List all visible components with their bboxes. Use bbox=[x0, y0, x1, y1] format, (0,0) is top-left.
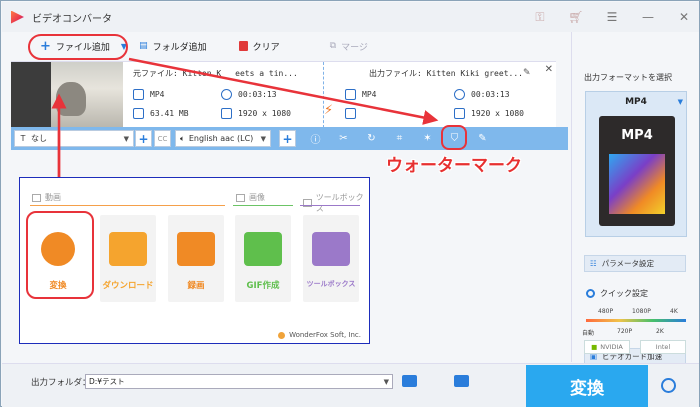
section-video: 動画 bbox=[32, 192, 61, 203]
quick-settings: クイック設定 bbox=[586, 288, 648, 299]
tick-2k: 2K bbox=[656, 328, 664, 335]
sliders-icon: ☷ bbox=[590, 259, 597, 268]
intel-toggle[interactable]: Intel bbox=[640, 340, 686, 354]
tick-4k: 4K bbox=[670, 308, 678, 315]
brand-logo-icon bbox=[278, 331, 286, 339]
radio-icon bbox=[586, 289, 595, 298]
toolbox-icon bbox=[312, 232, 350, 266]
monitor-icon bbox=[177, 232, 215, 266]
tick-auto: 自動 bbox=[582, 330, 595, 337]
brand-credit: WonderFox Soft, Inc. bbox=[278, 331, 361, 339]
convert-button[interactable]: 変換 bbox=[526, 365, 648, 407]
format-selector[interactable]: MP4 MP4 ▼ bbox=[585, 91, 687, 237]
tick-720p: 720P bbox=[617, 328, 633, 335]
browse-folder-icon[interactable] bbox=[402, 375, 417, 387]
format-panel: 出力フォーマットを選択 MP4 MP4 ▼ ☷ パラメータ設定 クイック設定 4… bbox=[571, 32, 699, 365]
quality-slider[interactable] bbox=[586, 319, 686, 322]
convert-highlight bbox=[26, 211, 94, 299]
chevron-down-icon[interactable]: ▼ bbox=[384, 378, 389, 386]
parameter-settings-button[interactable]: ☷ パラメータ設定 bbox=[584, 255, 686, 272]
record-card[interactable]: 録画 bbox=[168, 215, 224, 302]
image-icon bbox=[244, 232, 282, 266]
app-window: ビデオコンバータ ⚿ 🛒︎ ☰ — ✕ + ファイル追加 ▼ ▤ フォルダ追加 … bbox=[0, 0, 700, 407]
alarm-icon[interactable] bbox=[661, 378, 676, 393]
format-title: 出力フォーマットを選択 bbox=[584, 73, 672, 82]
toolbox-card[interactable]: ツールボックス bbox=[303, 215, 359, 302]
chevron-down-icon: ▼ bbox=[677, 98, 683, 106]
section-toolbox: ツールボックス bbox=[303, 192, 369, 214]
arrow-to-watermark bbox=[128, 57, 439, 125]
gif-card[interactable]: GIF作成 bbox=[235, 215, 291, 302]
mp4-format-icon: MP4 bbox=[599, 116, 675, 226]
tick-1080p: 1080P bbox=[632, 308, 651, 315]
section-image: 画像 bbox=[236, 192, 265, 203]
format-value: MP4 bbox=[625, 97, 647, 107]
output-folder-label: 出力フォルダ： bbox=[31, 378, 91, 388]
tick-480p: 480P bbox=[598, 308, 614, 315]
output-folder-field[interactable]: D:¥テスト ▼ bbox=[85, 374, 393, 389]
bottom-bar: 出力フォルダ： D:¥テスト ▼ 変換 bbox=[2, 363, 699, 407]
download-card[interactable]: ダウンロード bbox=[100, 215, 156, 302]
download-icon bbox=[109, 232, 147, 266]
open-folder-icon[interactable] bbox=[454, 375, 469, 387]
nvidia-toggle[interactable]: ■ NVIDIA bbox=[584, 340, 630, 354]
